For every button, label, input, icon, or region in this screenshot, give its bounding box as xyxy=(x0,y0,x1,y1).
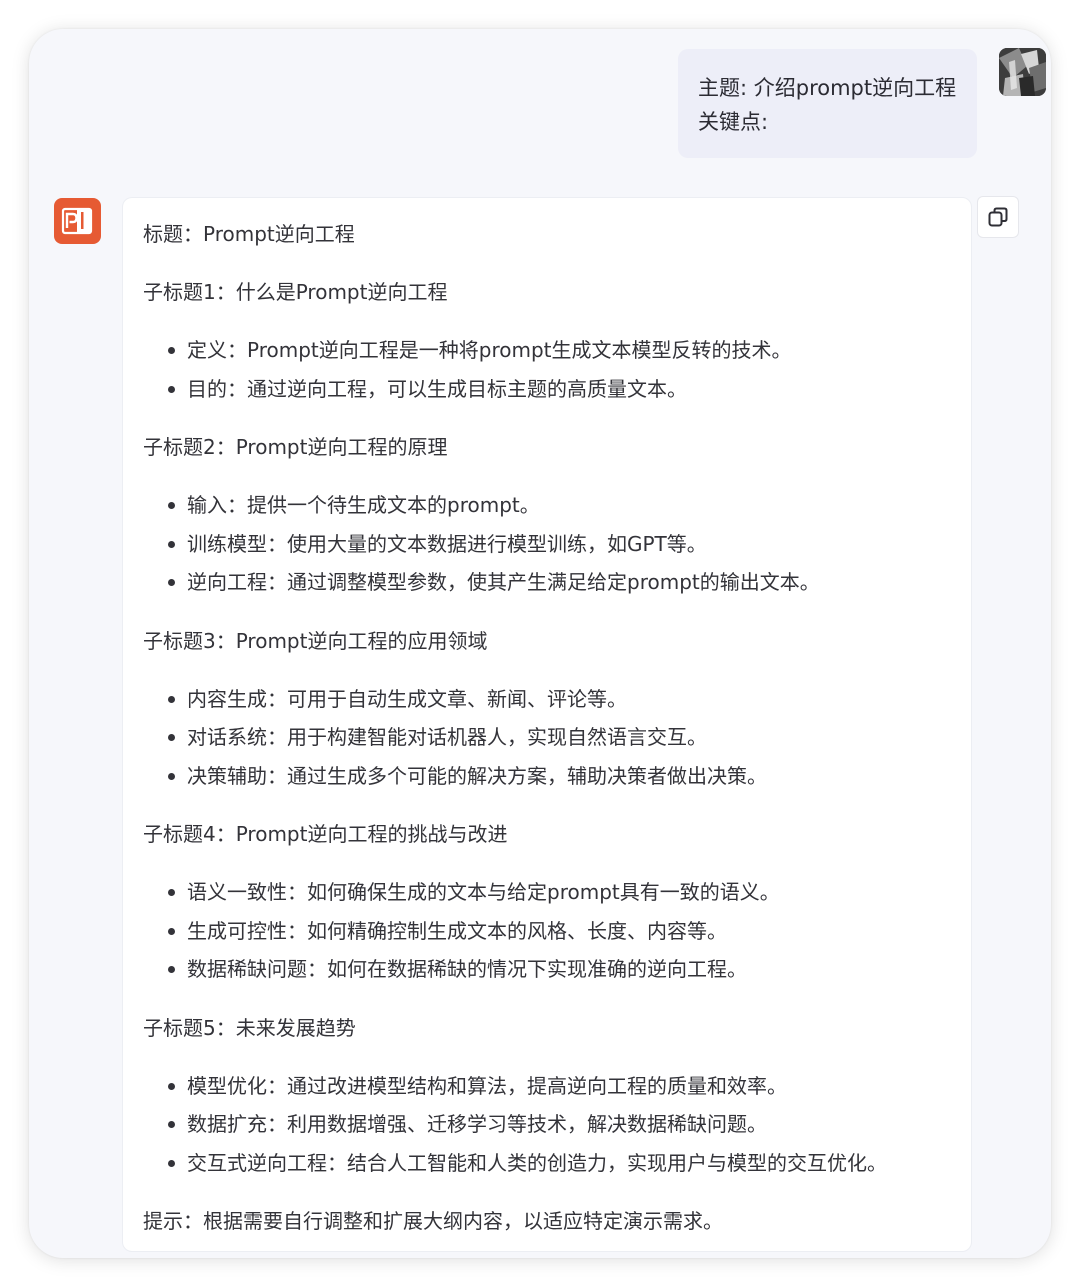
section-heading: 子标题2：Prompt逆向工程的原理 xyxy=(143,435,448,459)
list-item: 交互式逆向工程：结合人工智能和人类的创造力，实现用户与模型的交互优化。 xyxy=(165,1144,951,1183)
assistant-message-bubble: 标题：Prompt逆向工程 子标题1：什么是Prompt逆向工程 定义：Prom… xyxy=(122,197,972,1252)
list-item: 训练模型：使用大量的文本数据进行模型训练，如GPT等。 xyxy=(165,525,951,564)
list-item: 数据稀缺问题：如何在数据稀缺的情况下实现准确的逆向工程。 xyxy=(165,950,951,989)
section-list: 模型优化：通过改进模型结构和算法，提高逆向工程的质量和效率。 数据扩充：利用数据… xyxy=(143,1067,951,1183)
bullet xyxy=(168,772,175,780)
list-item: 生成可控性：如何精确控制生成文本的风格、长度、内容等。 xyxy=(165,912,951,951)
section-list: 定义：Prompt逆向工程是一种将prompt生成文本模型反转的技术。 目的：通… xyxy=(143,331,951,408)
list-item-text: 交互式逆向工程：结合人工智能和人类的创造力，实现用户与模型的交互优化。 xyxy=(187,1150,887,1175)
section-heading: 子标题3：Prompt逆向工程的应用领域 xyxy=(143,628,488,653)
chat-window: 主题: 介绍prompt逆向工程 关键点: 标题：Prompt逆向工程 子标题1… xyxy=(29,29,1051,1258)
list-item-text: 输入：提供一个待生成文本的prompt。 xyxy=(187,493,540,517)
bullet xyxy=(168,502,175,509)
list-item: 定义：Prompt逆向工程是一种将prompt生成文本模型反转的技术。 xyxy=(165,331,951,370)
user-message-line: 关键点: xyxy=(698,110,769,134)
powerpoint-logo-icon xyxy=(61,207,93,235)
user-message-line: 主题: 介绍prompt逆向工程 xyxy=(698,76,957,100)
list-item-text: 逆向工程：通过调整模型参数，使其产生满足给定prompt的输出文本。 xyxy=(187,570,820,594)
list-item-text: 数据扩充：利用数据增强、迁移学习等技术，解决数据稀缺问题。 xyxy=(187,1112,767,1136)
list-item-text: 目的：通过逆向工程，可以生成目标主题的高质量文本。 xyxy=(187,376,687,401)
section-heading: 子标题5：未来发展趋势 xyxy=(143,1015,356,1040)
list-item-text: 训练模型：使用大量的文本数据进行模型训练，如GPT等。 xyxy=(187,531,707,556)
assistant-avatar xyxy=(54,198,101,244)
bullet xyxy=(168,927,175,935)
list-item: 目的：通过逆向工程，可以生成目标主题的高质量文本。 xyxy=(165,370,951,409)
bullet xyxy=(168,347,175,354)
list-item: 数据扩充：利用数据增强、迁移学习等技术，解决数据稀缺问题。 xyxy=(165,1105,951,1144)
bullet xyxy=(168,385,175,393)
bullet xyxy=(168,695,175,703)
bullet xyxy=(168,1159,175,1167)
bullet xyxy=(168,579,175,586)
section-heading: 子标题4：Prompt逆向工程的挑战与改进 xyxy=(143,822,508,846)
bullet xyxy=(168,889,175,896)
list-item-text: 定义：Prompt逆向工程是一种将prompt生成文本模型反转的技术。 xyxy=(187,338,792,362)
list-item-text: 语义一致性：如何确保生成的文本与给定prompt具有一致的语义。 xyxy=(187,880,780,904)
outline-tip: 提示：根据需要自行调整和扩展大纲内容，以适应特定演示需求。 xyxy=(143,1209,723,1233)
list-item-text: 模型优化：通过改进模型结构和算法，提高逆向工程的质量和效率。 xyxy=(187,1073,787,1098)
list-item: 语义一致性：如何确保生成的文本与给定prompt具有一致的语义。 xyxy=(165,873,951,912)
user-avatar[interactable] xyxy=(999,48,1046,96)
list-item: 对话系统：用于构建智能对话机器人，实现自然语言交互。 xyxy=(165,718,951,757)
list-item: 内容生成：可用于自动生成文章、新闻、评论等。 xyxy=(165,680,951,719)
bullet xyxy=(168,1082,175,1090)
copy-button[interactable] xyxy=(977,196,1019,238)
list-item: 输入：提供一个待生成文本的prompt。 xyxy=(165,486,951,525)
bullet xyxy=(168,966,175,973)
list-item-text: 数据稀缺问题：如何在数据稀缺的情况下实现准确的逆向工程。 xyxy=(187,957,747,981)
list-item: 模型优化：通过改进模型结构和算法，提高逆向工程的质量和效率。 xyxy=(165,1067,951,1106)
section-list: 语义一致性：如何确保生成的文本与给定prompt具有一致的语义。 生成可控性：如… xyxy=(143,873,951,989)
list-item-text: 内容生成：可用于自动生成文章、新闻、评论等。 xyxy=(187,686,627,711)
user-message-bubble: 主题: 介绍prompt逆向工程 关键点: xyxy=(678,49,977,158)
bullet xyxy=(168,540,175,548)
bullet xyxy=(168,1121,175,1128)
list-item: 逆向工程：通过调整模型参数，使其产生满足给定prompt的输出文本。 xyxy=(165,563,951,602)
section-heading: 子标题1：什么是Prompt逆向工程 xyxy=(143,280,448,304)
section-list: 输入：提供一个待生成文本的prompt。 训练模型：使用大量的文本数据进行模型训… xyxy=(143,486,951,602)
outline-title: 标题：Prompt逆向工程 xyxy=(143,222,355,246)
user-photo-icon xyxy=(999,48,1046,96)
list-item-text: 决策辅助：通过生成多个可能的解决方案，辅助决策者做出决策。 xyxy=(187,763,767,788)
section-list: 内容生成：可用于自动生成文章、新闻、评论等。 对话系统：用于构建智能对话机器人，… xyxy=(143,680,951,796)
list-item-text: 生成可控性：如何精确控制生成文本的风格、长度、内容等。 xyxy=(187,918,727,943)
bullet xyxy=(168,734,175,741)
list-item-text: 对话系统：用于构建智能对话机器人，实现自然语言交互。 xyxy=(187,725,707,749)
list-item: 决策辅助：通过生成多个可能的解决方案，辅助决策者做出决策。 xyxy=(165,757,951,796)
copy-icon xyxy=(988,207,1008,227)
